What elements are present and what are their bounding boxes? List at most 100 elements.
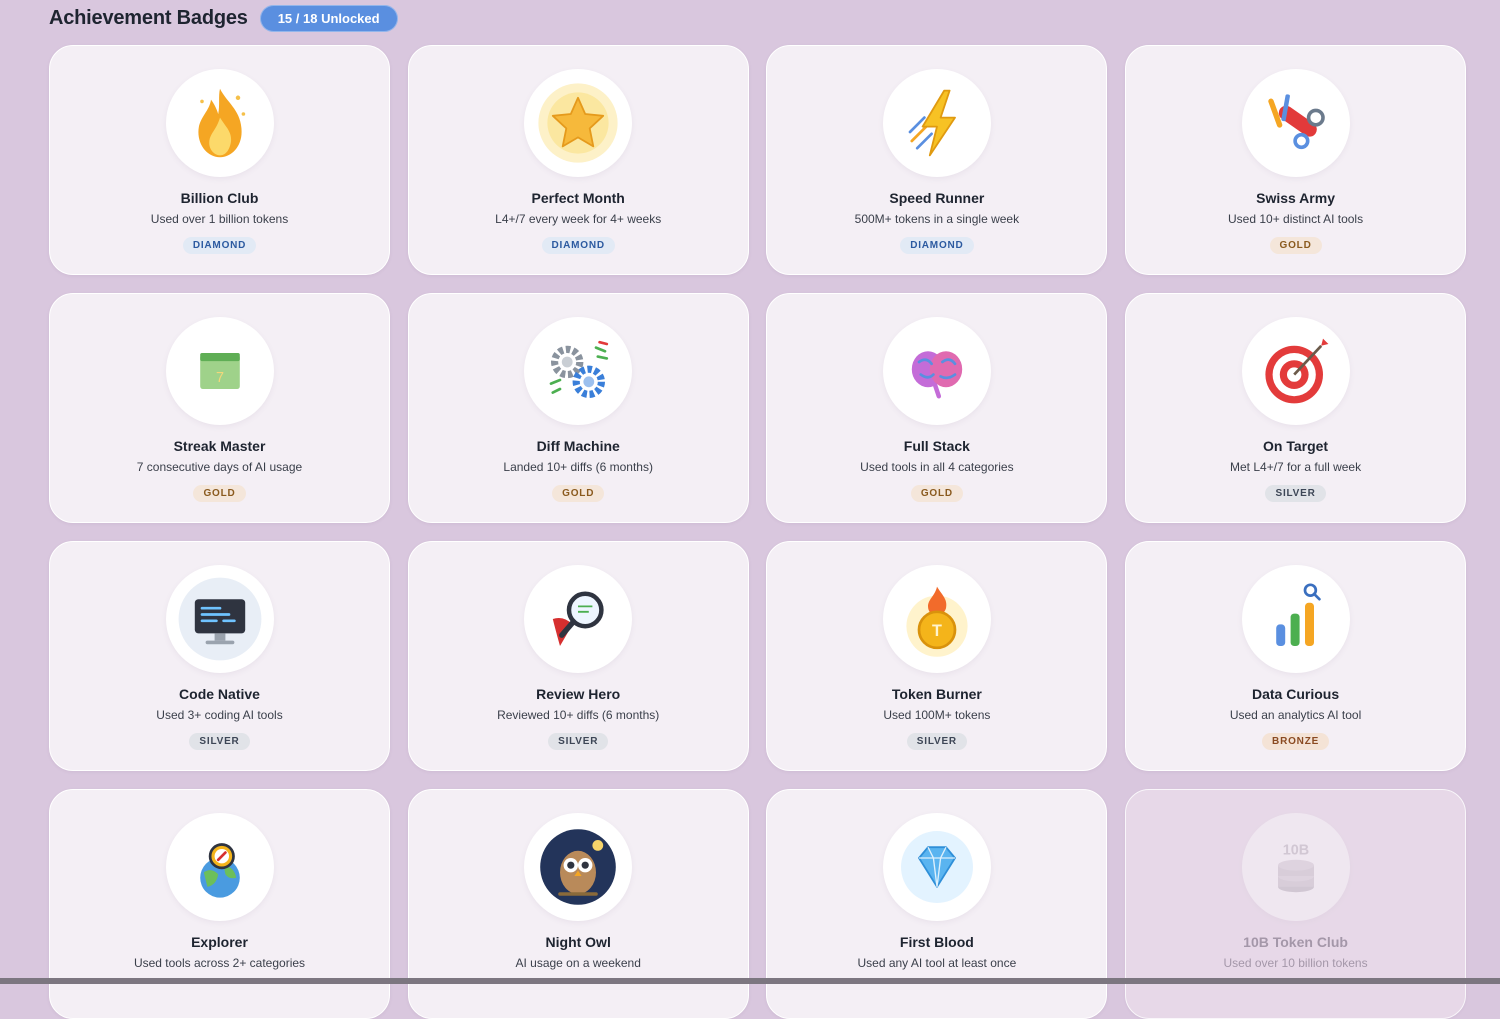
lightning-icon: [908, 89, 956, 157]
coin-stack-icon: 10B: [1277, 842, 1314, 893]
badge-name: Streak Master: [173, 438, 266, 454]
badge-card[interactable]: T Token Burner Used 100M+ tokens SILVER: [766, 541, 1108, 771]
badge-icon-frame: [882, 317, 991, 425]
badge-icon-frame: 7: [165, 317, 274, 425]
tier-badge: BRONZE: [1262, 733, 1330, 750]
badge-icon-frame: [165, 565, 274, 673]
badge-icon-frame: T: [882, 565, 991, 673]
badge-card-locked[interactable]: 10B 10B Token Club Used over 10 billion …: [1125, 789, 1467, 1019]
badge-description: L4+/7 every week for 4+ weeks: [495, 212, 662, 226]
badge-card[interactable]: Night Owl AI usage on a weekend: [407, 789, 749, 1019]
badge-name: Diff Machine: [536, 438, 620, 454]
badge-card[interactable]: On Target Met L4+/7 for a full week SILV…: [1125, 293, 1467, 523]
flame-icon: [197, 88, 245, 158]
badge-name: Code Native: [179, 686, 260, 702]
badge-description: AI usage on a weekend: [515, 956, 641, 970]
badge-card[interactable]: 7 Streak Master 7 consecutive days of AI…: [49, 293, 390, 523]
badge-icon-frame: [524, 813, 633, 921]
diamond-icon: [900, 831, 973, 903]
badge-icon-frame: [524, 317, 633, 425]
badge-card[interactable]: First Blood Used any AI tool at least on…: [766, 789, 1108, 1019]
badge-description: Reviewed 10+ diffs (6 months): [497, 708, 660, 722]
svg-text:7: 7: [215, 370, 223, 386]
badge-card[interactable]: Data Curious Used an analytics AI tool B…: [1125, 541, 1467, 771]
badge-card[interactable]: Perfect Month L4+/7 every week for 4+ we…: [407, 45, 749, 275]
bar-chart-icon: [1275, 583, 1321, 646]
badge-grid: Billion Club Used over 1 billion tokens …: [49, 45, 1467, 1019]
badge-icon-frame: [882, 69, 991, 177]
badge-name: Review Hero: [536, 686, 621, 702]
badge-name: Perfect Month: [531, 190, 625, 206]
gears-icon: [549, 340, 609, 398]
badge-card[interactable]: Diff Machine Landed 10+ diffs (6 months)…: [407, 293, 749, 523]
badge-description: 7 consecutive days of AI usage: [136, 460, 303, 474]
badge-icon-frame: [165, 813, 274, 921]
badge-name: Explorer: [191, 934, 248, 950]
compass-globe-icon: [199, 843, 240, 898]
calendar-icon: 7: [199, 353, 240, 389]
svg-text:10B: 10B: [1282, 842, 1308, 858]
badge-description: Used any AI tool at least once: [857, 956, 1017, 970]
tier-badge: DIAMOND: [541, 237, 615, 254]
badge-description: Used an analytics AI tool: [1229, 708, 1362, 722]
unlocked-count-badge: 15 / 18 Unlocked: [259, 4, 398, 32]
badge-description: Used 3+ coding AI tools: [156, 708, 283, 722]
tier-badge: GOLD: [910, 485, 963, 502]
badge-icon-frame: [524, 565, 633, 673]
badge-card[interactable]: Review Hero Reviewed 10+ diffs (6 months…: [407, 541, 749, 771]
badge-card[interactable]: Speed Runner 500M+ tokens in a single we…: [766, 45, 1108, 275]
badge-description: Used 10+ distinct AI tools: [1228, 212, 1364, 226]
badge-name: First Blood: [899, 934, 974, 950]
badge-icon-frame: [1241, 565, 1350, 673]
badge-name: Data Curious: [1252, 686, 1340, 702]
badge-card[interactable]: Code Native Used 3+ coding AI tools SILV…: [49, 541, 390, 771]
badge-description: 500M+ tokens in a single week: [854, 212, 1020, 226]
tier-badge: GOLD: [552, 485, 605, 502]
badge-name: Night Owl: [545, 934, 611, 950]
burning-coin-icon: T: [906, 586, 968, 657]
tier-badge: SILVER: [548, 733, 609, 750]
monitor-code-icon: [178, 577, 261, 661]
badge-name: Speed Runner: [889, 190, 985, 206]
page-header: Achievement Badges 15 / 18 Unlocked: [49, 4, 398, 32]
badge-icon-frame: 10B: [1241, 813, 1350, 921]
tier-badge: SILVER: [1265, 485, 1326, 502]
badge-icon-frame: [1241, 317, 1350, 425]
badge-card[interactable]: Swiss Army Used 10+ distinct AI tools GO…: [1125, 45, 1467, 275]
tools-icon: [1267, 94, 1325, 150]
tier-badge: DIAMOND: [182, 237, 257, 254]
badge-icon-frame: [524, 69, 633, 177]
badge-card[interactable]: Full Stack Used tools in all 4 categorie…: [766, 293, 1108, 523]
badge-name: Full Stack: [903, 438, 970, 454]
tier-badge: SILVER: [906, 733, 967, 750]
badge-name: On Target: [1263, 438, 1329, 454]
badge-description: Met L4+/7 for a full week: [1230, 460, 1362, 474]
magnifier-cape-icon: [552, 591, 604, 646]
badge-description: Used over 10 billion tokens: [1223, 956, 1368, 970]
badge-icon-frame: [165, 69, 274, 177]
tier-badge: SILVER: [189, 733, 250, 750]
badge-card[interactable]: Explorer Used tools across 2+ categories: [49, 789, 390, 1019]
badge-card[interactable]: Billion Club Used over 1 billion tokens …: [49, 45, 390, 275]
badge-description: Used tools in all 4 categories: [860, 460, 1014, 474]
brain-icon: [911, 351, 963, 399]
badge-description: Used over 1 billion tokens: [150, 212, 289, 226]
badge-icon-frame: [1241, 69, 1350, 177]
target-icon: [1264, 338, 1328, 404]
badge-description: Used tools across 2+ categories: [133, 956, 306, 970]
badge-name: Billion Club: [180, 190, 259, 206]
tier-badge: GOLD: [193, 485, 246, 502]
badge-name: 10B Token Club: [1243, 934, 1348, 950]
badge-name: Swiss Army: [1256, 190, 1335, 206]
owl-icon: [540, 829, 616, 905]
page-title: Achievement Badges: [49, 6, 248, 29]
svg-text:T: T: [932, 622, 942, 640]
badge-description: Landed 10+ diffs (6 months): [503, 460, 653, 474]
star-icon: [538, 83, 618, 163]
badge-icon-frame: [882, 813, 991, 921]
window-bottom-edge: [0, 978, 1500, 984]
tier-badge: GOLD: [1269, 237, 1322, 254]
tier-badge: DIAMOND: [900, 237, 974, 254]
badge-description: Used 100M+ tokens: [883, 708, 991, 722]
badge-name: Token Burner: [891, 686, 982, 702]
